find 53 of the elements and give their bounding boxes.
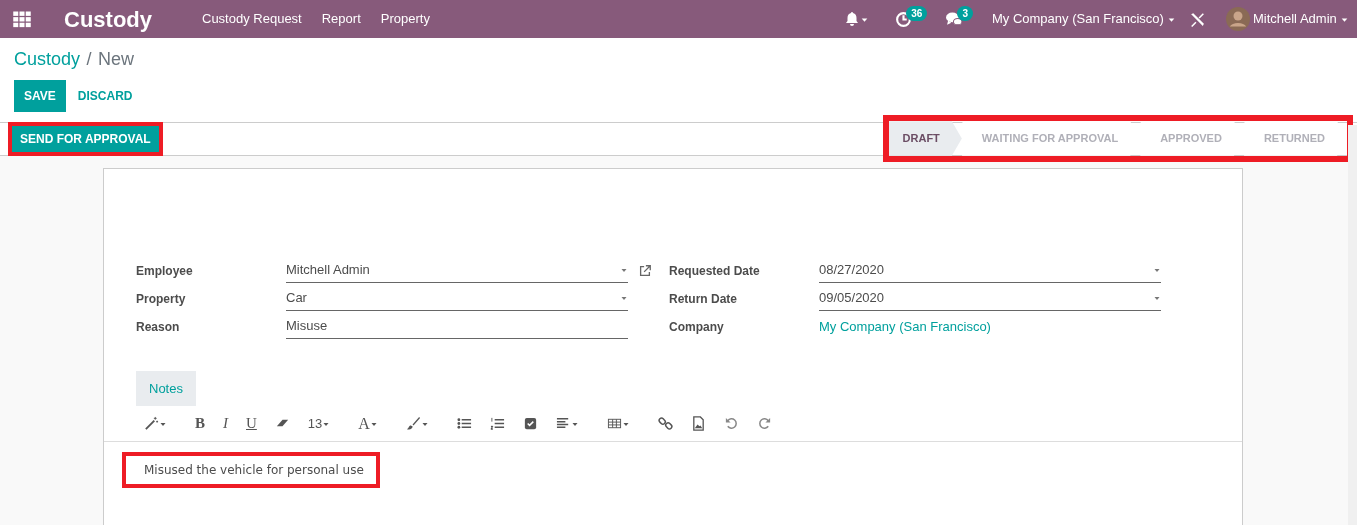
notes-tab[interactable]: Notes [136,370,196,406]
checkbox-icon[interactable] [522,416,538,431]
toolbar-button[interactable]: I [223,412,228,435]
caret-icon [1153,266,1161,274]
activity-count-badge: 36 [906,5,928,21]
caret-icon [620,266,628,274]
field-label: Reason [136,318,181,336]
tools-icon[interactable] [1189,10,1207,28]
field-label: Property [136,290,187,308]
menu-item[interactable]: Property [380,9,430,29]
table-icon[interactable] [606,416,622,431]
breadcrumb-current: New [98,48,135,71]
bell-icon[interactable] [844,11,861,27]
scrollbar[interactable] [1348,125,1357,525]
text-field[interactable]: Misuse [286,314,628,339]
toolbar-button[interactable]: B [195,412,205,435]
toolbar-button[interactable]: A [358,411,370,436]
bullet-list-icon[interactable] [456,416,472,431]
caret-icon [1153,294,1161,302]
status-stage[interactable]: DRAFT [888,121,962,156]
apps-menu-icon[interactable] [12,9,32,29]
link-icon[interactable] [657,416,673,431]
toolbar-button[interactable]: 13 [307,413,323,434]
breadcrumb-separator: / [86,48,92,71]
undo-icon[interactable] [723,416,739,431]
date-field[interactable]: 09/05/2020 [819,286,1161,311]
clock-icon[interactable] [895,10,913,28]
menu-item[interactable]: Report [321,9,361,29]
caret-icon [620,294,628,302]
toolbar-button[interactable]: U [246,412,257,435]
user-menu[interactable]: Mitchell Admin [1252,9,1337,29]
company-switcher[interactable]: My Company (San Francisco) [992,9,1164,29]
field-label: Employee [136,262,194,280]
company-link[interactable]: My Company (San Francisco) [819,316,991,337]
save-button[interactable]: SAVE [14,79,66,112]
message-count-badge: 3 [957,5,973,21]
field-label: Company [669,318,725,336]
discard-button[interactable]: DISCARD [65,79,145,112]
select-field[interactable]: Car [286,286,628,311]
field-label: Return Date [669,290,738,308]
menu-item[interactable]: Custody Request [202,9,302,29]
app-title[interactable]: Custody [64,2,152,36]
field-label: Requested Date [669,262,761,280]
redo-icon[interactable] [756,416,772,431]
magic-wand-icon[interactable] [144,416,159,431]
external-link-icon[interactable] [638,263,652,278]
brush-icon[interactable] [405,416,421,431]
select-field[interactable]: Mitchell Admin [286,258,628,283]
align-icon[interactable] [555,416,571,431]
numbered-list-icon[interactable] [489,416,505,431]
image-icon[interactable] [690,416,706,431]
date-field[interactable]: 08/27/2020 [819,258,1161,283]
breadcrumb-link[interactable]: Custody [14,46,81,73]
